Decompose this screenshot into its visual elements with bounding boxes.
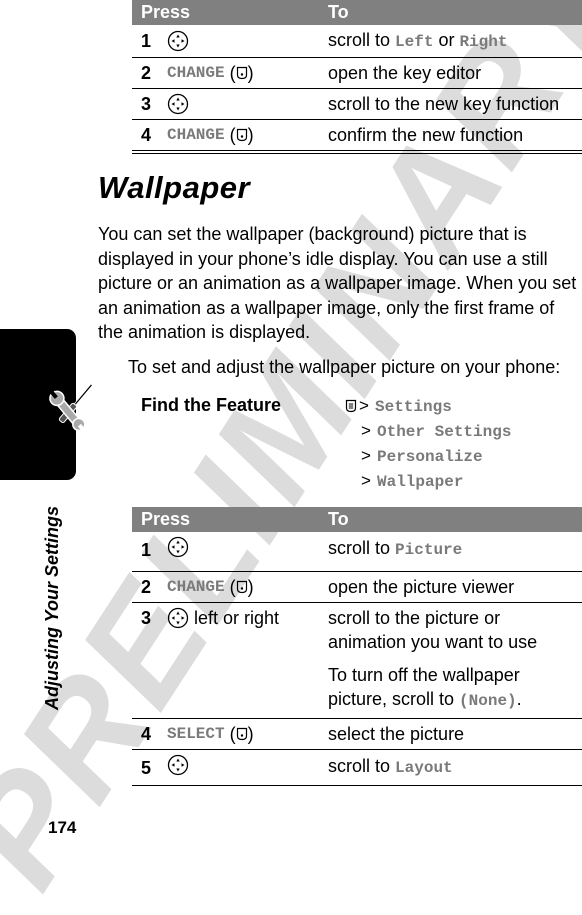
menu-key-icon	[345, 399, 357, 413]
nav-key-icon	[167, 93, 189, 115]
path-step: > Wallpaper	[361, 471, 464, 491]
wallpaper-steps-table: Press To 1 scroll to Picture 2 CHANGE ()…	[132, 507, 582, 786]
table-row: 2 CHANGE () open the key editor	[132, 58, 582, 89]
text: or	[433, 30, 460, 50]
step-action: scroll to Picture	[328, 536, 582, 571]
menu-item-settings: Settings	[375, 398, 452, 416]
table-row: 1 scroll to Picture	[132, 532, 582, 572]
step-action: scroll to the picture or animation you w…	[328, 606, 582, 718]
center-key-icon	[236, 727, 248, 741]
header-to: To	[328, 2, 349, 22]
option-none: (None)	[459, 692, 517, 710]
chapter-title: Adjusting Your Settings	[42, 505, 62, 710]
nav-key-icon	[167, 30, 189, 52]
step-number: 2	[141, 576, 152, 597]
table-row: 3 left or right scroll to the picture or…	[132, 603, 582, 719]
table-row: 4 SELECT () select the picture	[132, 719, 582, 750]
step-action: scroll to the new key function	[328, 94, 560, 114]
header-to: To	[328, 509, 349, 529]
step-action: open the key editor	[328, 63, 482, 83]
step-action: open the picture viewer	[328, 577, 515, 597]
step-action: select the picture	[328, 724, 465, 744]
center-key-icon	[236, 580, 248, 594]
header-press: Press	[141, 509, 191, 529]
table-row: 1 scroll to Left or Right	[132, 25, 582, 58]
text: scroll to	[328, 30, 396, 50]
path-step: > Settings	[361, 394, 511, 419]
path-step: > Other Settings	[361, 421, 512, 441]
step-action-text: scroll to the picture or animation you w…	[328, 608, 538, 652]
step-note: To turn off the wallpaper picture, scrol…	[328, 663, 568, 713]
option-left: Left	[395, 33, 434, 51]
step-number: 5	[141, 758, 152, 778]
path-step: > Personalize	[361, 446, 483, 466]
option-picture: Picture	[395, 541, 463, 559]
find-feature-label: Find the Feature	[141, 395, 282, 415]
instructions-intro: To set and adjust the wallpaper picture …	[128, 357, 561, 377]
wrench-screwdriver-icon	[49, 383, 94, 432]
softkey-label: CHANGE	[167, 64, 225, 82]
table-row: 3 scroll to the new key function	[132, 89, 582, 120]
step-number: 1	[141, 540, 152, 560]
step-number: 1	[141, 30, 152, 51]
step-number: 2	[141, 62, 152, 83]
table-row: 4 CHANGE () confirm the new function	[132, 120, 582, 154]
text: scroll to	[328, 538, 396, 558]
text: scroll to	[328, 756, 396, 776]
softkey-label: SELECT	[167, 725, 225, 743]
nav-key-icon	[167, 754, 189, 776]
center-key-icon	[236, 128, 248, 142]
step-action: scroll to Left or Right	[328, 28, 582, 54]
menu-item-wallpaper: Wallpaper	[377, 473, 464, 491]
page-number: 174	[48, 818, 77, 837]
step-action: scroll to Layout	[328, 754, 582, 785]
table-header: Press To	[132, 0, 582, 25]
step-number: 3	[141, 608, 152, 628]
softkey-label: CHANGE	[167, 578, 225, 596]
step-number: 4	[141, 723, 152, 744]
step-action: confirm the new function	[328, 125, 524, 145]
table-row: 2 CHANGE () open the picture viewer	[132, 572, 582, 603]
key-editor-table: Press To 1 scroll to Left or Right 2 CHA…	[132, 0, 582, 154]
direction-text: left or right	[194, 607, 280, 628]
nav-key-icon	[167, 607, 189, 629]
section-paragraph: You can set the wallpaper (background) p…	[98, 224, 577, 342]
step-number: 3	[141, 93, 152, 114]
option-layout: Layout	[395, 759, 453, 777]
center-key-icon	[236, 66, 248, 80]
menu-item-personalize: Personalize	[377, 448, 483, 466]
section-title: Wallpaper	[98, 170, 251, 205]
step-number: 4	[141, 124, 152, 145]
header-press: Press	[141, 2, 191, 22]
table-header: Press To	[132, 507, 582, 532]
menu-item-other-settings: Other Settings	[377, 423, 512, 441]
softkey-label: CHANGE	[167, 126, 225, 144]
text: .	[516, 689, 522, 709]
find-feature-path: > Settings > Other Settings > Personalize >…	[361, 394, 511, 494]
table-row: 5 scroll to Layout	[132, 750, 582, 786]
nav-key-icon	[167, 536, 189, 558]
option-right: Right	[459, 33, 508, 51]
